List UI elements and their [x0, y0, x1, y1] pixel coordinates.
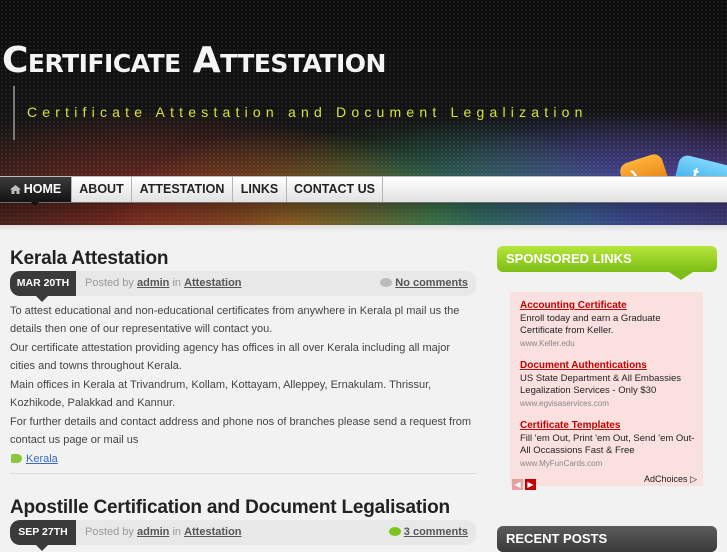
ad-title[interactable]: Certificate Templates [520, 420, 700, 431]
ad-url[interactable]: www.egvisaservices.com [520, 399, 700, 408]
recent-posts-label: RECENT POSTS [506, 531, 608, 546]
nav-item-label: HOME [23, 182, 62, 196]
post-paragraph: To attest educational and non-educationa… [10, 305, 460, 335]
post-date: SEP 27TH [10, 520, 76, 551]
post-byline: Posted by admin in Attestation [85, 271, 242, 296]
site-tagline: Certificate Attestation and Document Leg… [27, 104, 588, 120]
ad-item[interactable]: Accounting Certificate Enroll today and … [520, 300, 700, 348]
chevron-right-icon[interactable]: ▶ [525, 479, 536, 490]
post-meta: SEP 27TH Posted by admin in Attestation … [10, 520, 476, 551]
post-meta: MAR 20TH Posted by admin in Attestation … [10, 271, 476, 302]
nav-item-contact-us[interactable]: CONTACT US [287, 177, 383, 202]
tag-icon [11, 454, 22, 463]
post-date: MAR 20TH [10, 271, 76, 302]
adchoices-link[interactable]: AdChoices ▷ [644, 474, 697, 485]
category-link[interactable]: Attestation [184, 526, 241, 538]
ad-item[interactable]: Certificate Templates Fill 'em Out, Prin… [520, 420, 700, 468]
ad-description: Enroll today and earn a Graduate Certifi… [520, 313, 661, 336]
sponsored-links-label: SPONSORED LINKS [506, 251, 632, 266]
posted-by-label: Posted by [85, 277, 134, 289]
sponsored-links-heading: SPONSORED LINKS [497, 246, 717, 280]
home-icon [9, 185, 21, 194]
comments-link[interactable]: 3 comments [388, 520, 468, 545]
author-link[interactable]: admin [137, 277, 169, 289]
ad-url[interactable]: www.Keller.edu [520, 339, 700, 348]
post-byline: Posted by admin in Attestation [85, 520, 242, 545]
main-nav: HOME ABOUT ATTESTATION LINKS CONTACT US [0, 176, 727, 203]
ad-item[interactable]: Document Authentications US State Depart… [520, 360, 700, 408]
category-link[interactable]: Attestation [184, 277, 241, 289]
content-shadow [0, 202, 727, 232]
adchoices-icon: ▷ [690, 474, 697, 484]
ad-description: US State Department & All Embassies Lega… [520, 373, 682, 396]
ad-title[interactable]: Document Authentications [520, 360, 700, 371]
post-paragraph: For further details and contact address … [10, 416, 472, 446]
chevron-left-icon[interactable]: ◀ [512, 479, 523, 490]
author-link[interactable]: admin [137, 526, 169, 538]
recent-posts-heading: RECENT POSTS [497, 526, 717, 552]
comments-label: No comments [395, 277, 468, 289]
posted-by-label: Posted by [85, 526, 134, 538]
post-divider [10, 473, 476, 474]
comments-link[interactable]: No comments [380, 271, 468, 296]
ad-pager: ◀ ▶ [512, 474, 538, 492]
post-paragraph: Our certificate attestation providing ag… [10, 342, 451, 372]
site-title[interactable]: Certificate Attestation [2, 40, 386, 81]
ad-description: Fill 'em Out, Print 'em Out, Send 'em Ou… [520, 433, 695, 456]
nav-item-links[interactable]: LINKS [233, 177, 287, 202]
tagline-divider [13, 86, 15, 140]
comment-icon [388, 527, 401, 536]
comments-label: 3 comments [403, 526, 468, 538]
nav-item-attestation[interactable]: ATTESTATION [132, 177, 233, 202]
post-title[interactable]: Kerala Attestation [10, 248, 168, 270]
heading-notch [669, 272, 693, 280]
tag-link[interactable]: Kerala [26, 453, 58, 465]
in-label: in [172, 526, 182, 538]
nav-item-about[interactable]: ABOUT [72, 177, 132, 202]
ad-title[interactable]: Accounting Certificate [520, 300, 700, 311]
ad-unit: Accounting Certificate Enroll today and … [510, 292, 703, 490]
nav-item-home[interactable]: HOME [0, 177, 72, 202]
post-paragraph: Main offices in Kerala at Trivandrum, Ko… [10, 379, 432, 409]
adchoices-label: AdChoices [644, 474, 688, 484]
in-label: in [172, 277, 182, 289]
post-title[interactable]: Apostille Certification and Document Leg… [10, 497, 450, 519]
post-tags: Kerala [11, 453, 58, 465]
comment-icon [380, 278, 393, 287]
ad-url[interactable]: www.MyFunCards.com [520, 459, 700, 468]
